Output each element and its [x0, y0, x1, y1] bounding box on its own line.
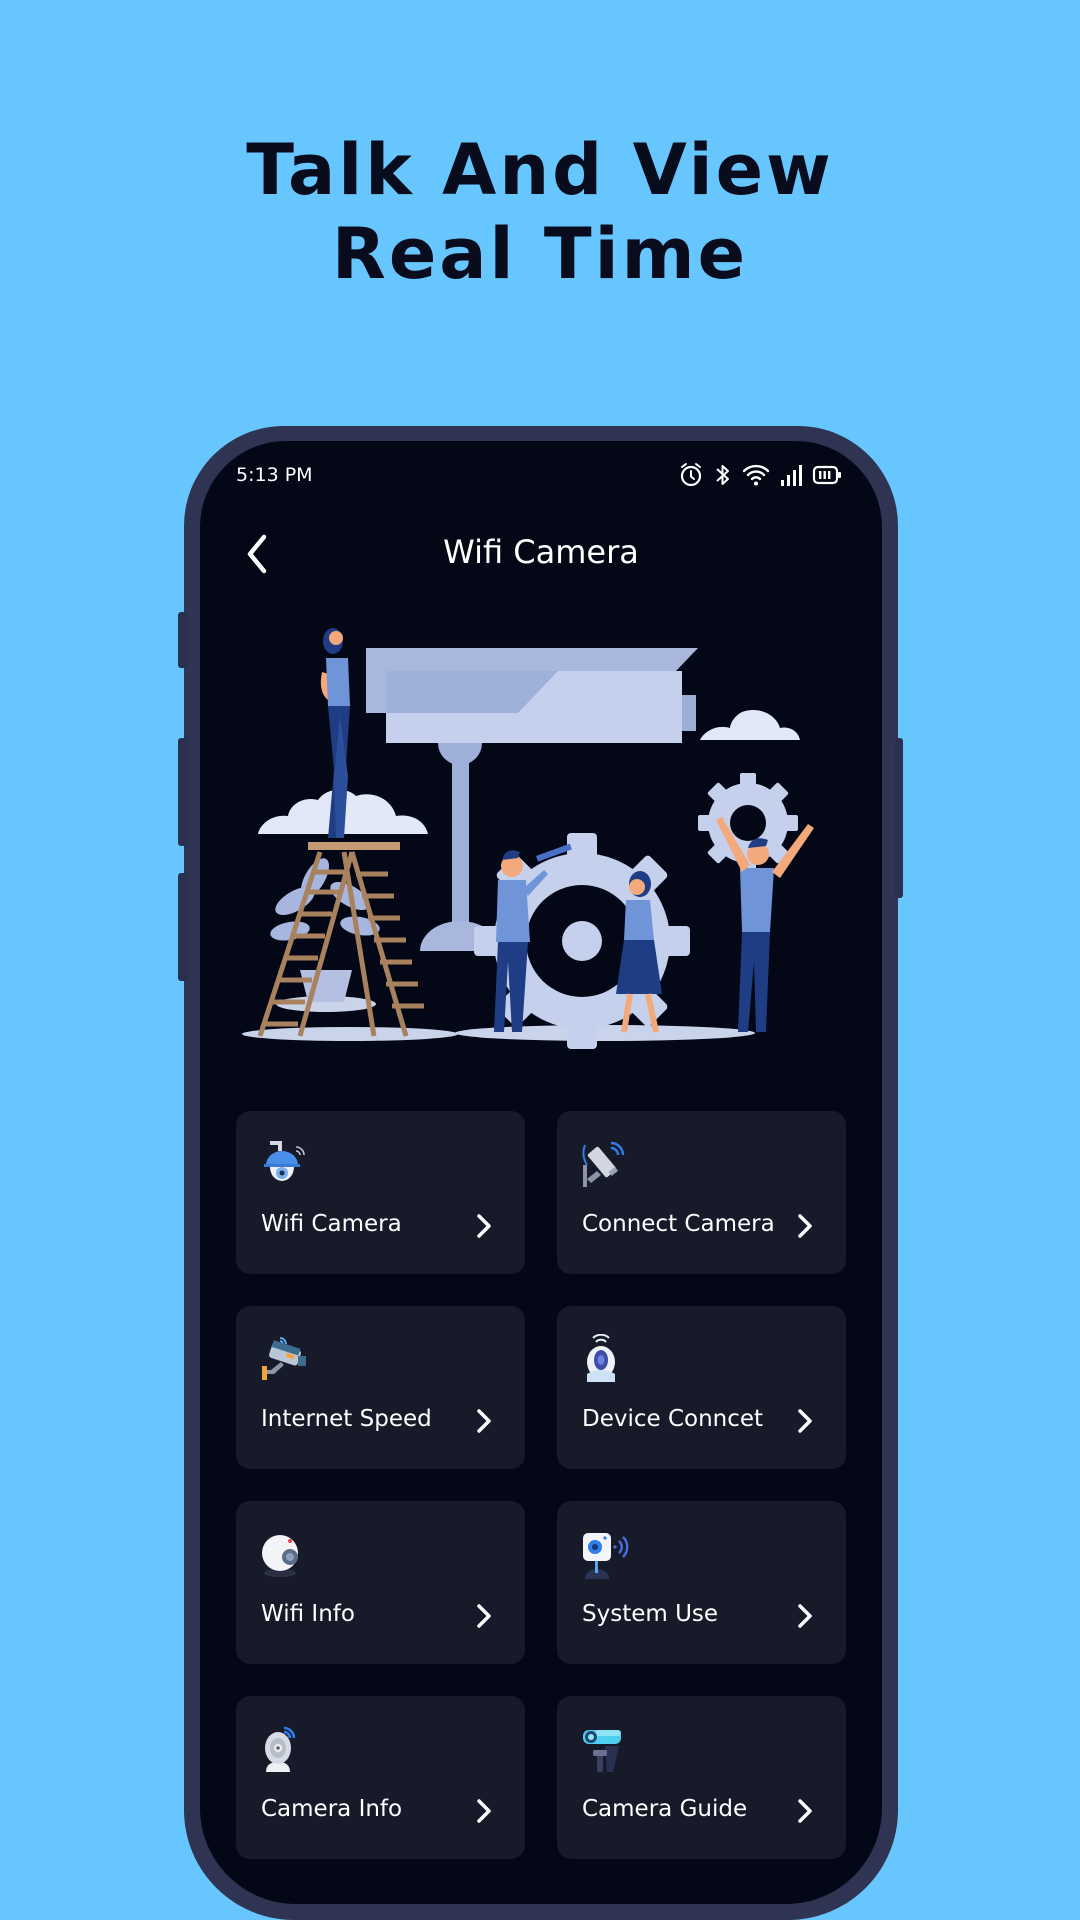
menu-card-wifi-info[interactable]: Wifi Info — [236, 1501, 525, 1664]
menu-card-label: System Use — [582, 1601, 719, 1627]
signal-icon — [780, 461, 802, 489]
chevron-right-icon — [477, 1799, 491, 1823]
menu-card-connect-camera[interactable]: Connect Camera — [557, 1111, 846, 1274]
status-icons — [678, 461, 842, 489]
wifi-icon — [742, 461, 770, 489]
cloud-right — [700, 709, 800, 740]
side-button — [178, 738, 188, 846]
chevron-right-icon — [477, 1409, 491, 1433]
chevron-right-icon — [798, 1799, 812, 1823]
side-button — [178, 612, 188, 668]
hero-illustration — [242, 628, 814, 1049]
chevron-right-icon — [798, 1604, 812, 1628]
man-cheering — [716, 817, 814, 1032]
menu-card-wifi-camera[interactable]: Wifi Camera — [236, 1111, 525, 1274]
menu-card-label: Connect Camera — [582, 1211, 775, 1237]
chevron-right-icon — [477, 1604, 491, 1628]
menu-card-system-use[interactable]: System Use — [557, 1501, 846, 1664]
smart-camera-icon — [583, 1533, 629, 1579]
ip-camera-icon — [265, 1726, 296, 1772]
camera-hood — [366, 648, 698, 671]
side-button — [895, 738, 903, 898]
spherical-camera-icon — [262, 1535, 298, 1577]
cctv-camera-icon — [582, 1141, 625, 1187]
ground-shadow — [242, 1027, 458, 1041]
plant-pot — [300, 970, 352, 1002]
webcam-icon — [587, 1334, 615, 1382]
alarm-icon — [678, 461, 704, 489]
menu-card-label: Wifi Info — [261, 1601, 355, 1627]
status-time: 5:13 PM — [236, 464, 313, 486]
camera-lens — [682, 695, 696, 731]
menu-card-label: Camera Info — [261, 1796, 403, 1822]
menu-card-device-connect[interactable]: Device Conncet — [557, 1306, 846, 1469]
battery-icon — [812, 461, 842, 489]
page-title: Wifi Camera — [443, 533, 639, 571]
phone-screen: 5:13 PM Wifi Camera Wifi Camera Connect … — [200, 441, 882, 1904]
dome-camera-icon — [264, 1141, 305, 1181]
menu-card-camera-guide[interactable]: Camera Guide — [557, 1696, 846, 1859]
menu-card-camera-info[interactable]: Camera Info — [236, 1696, 525, 1859]
headline-line-1: Talk And View — [246, 129, 834, 211]
headline-line-2: Real Time — [331, 213, 749, 295]
menu-card-label: Camera Guide — [582, 1796, 748, 1822]
side-button — [178, 873, 188, 981]
chevron-right-icon — [798, 1409, 812, 1433]
chevron-right-icon — [477, 1214, 491, 1238]
bullet-camera-icon — [262, 1337, 306, 1380]
camera-pole — [452, 751, 469, 926]
menu-card-internet-speed[interactable]: Internet Speed — [236, 1306, 525, 1469]
headline: Talk And View Real Time — [0, 128, 1080, 296]
menu-card-label: Wifi Camera — [261, 1211, 402, 1237]
menu-card-label: Internet Speed — [261, 1406, 432, 1432]
mounted-camera-icon — [583, 1730, 621, 1772]
bluetooth-icon — [714, 461, 732, 489]
chevron-right-icon — [798, 1214, 812, 1238]
menu-card-label: Device Conncet — [582, 1406, 764, 1432]
